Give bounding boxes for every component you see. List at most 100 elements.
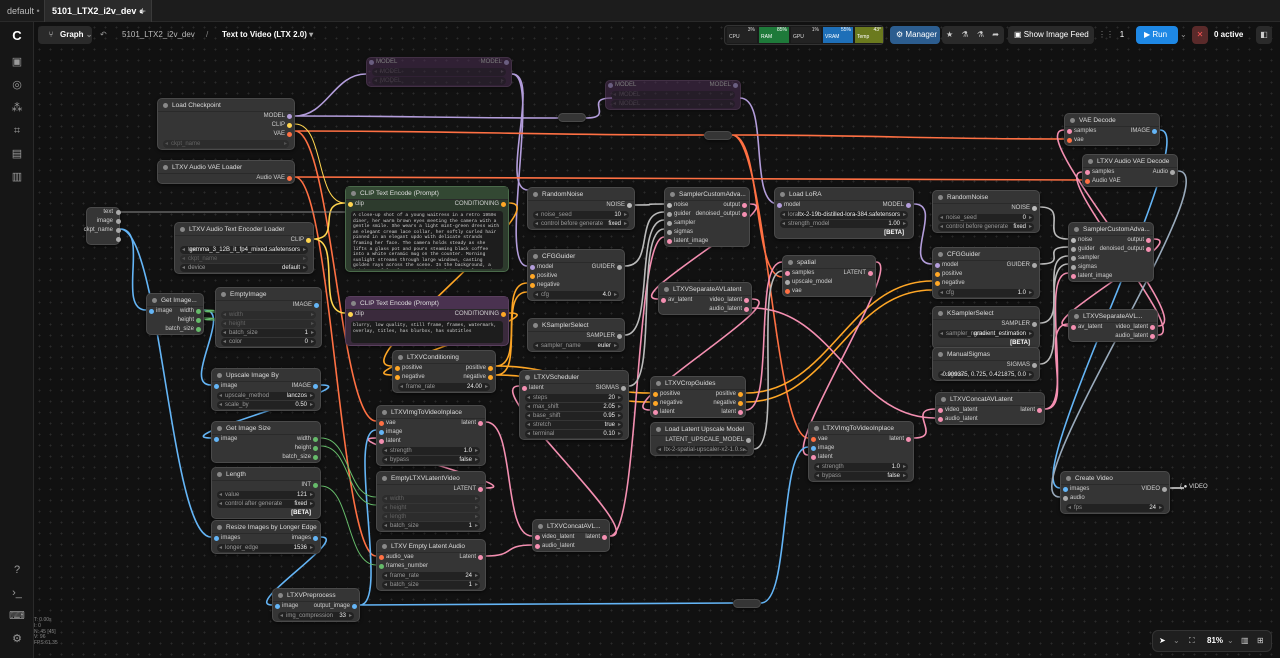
input-slot[interactable] [535, 544, 540, 549]
widget-w2[interactable]: ◂ control after generate fixed ▸ [217, 500, 315, 508]
workflows-icon[interactable]: ⌗ [9, 123, 25, 139]
manager-button[interactable]: ⚙ Manager [890, 26, 940, 44]
link-wire[interactable] [1039, 246, 1069, 265]
drag-handle-icon[interactable]: ⋮⋮ [1098, 26, 1114, 44]
input-slot[interactable] [1071, 265, 1076, 270]
decrement-arrow-icon[interactable]: ◂ [165, 140, 168, 148]
input-slot[interactable] [1071, 325, 1076, 330]
output-slot[interactable] [313, 536, 318, 541]
widget-w2[interactable]: ◂ height ▸ [221, 320, 316, 328]
node-latent-upscale-model[interactable]: Load Latent Upscale Model LATENT_UPSCALE_… [650, 422, 754, 456]
decrement-arrow-icon[interactable]: ◂ [613, 91, 616, 99]
node-resize[interactable]: Resize Images by Longer Edge images images… [211, 520, 321, 554]
output-slot[interactable] [287, 123, 292, 128]
increment-arrow-icon[interactable]: ▸ [618, 403, 621, 411]
input-slot[interactable] [535, 535, 540, 540]
widget-w2[interactable]: ◂ ckpt_name ▸ [180, 255, 308, 263]
output-slot[interactable] [627, 203, 632, 208]
output-slot[interactable] [744, 298, 749, 303]
input-slot[interactable] [938, 408, 943, 413]
decrement-arrow-icon[interactable]: ◂ [782, 220, 785, 228]
widget-w2[interactable]: ◂ bypass false ▸ [814, 472, 908, 480]
output-slot[interactable] [478, 555, 483, 560]
input-slot[interactable] [938, 417, 943, 422]
widget-w1[interactable]: ◂ ltx-2-spatial-upscaler-x2-1.0.s... ▸ [656, 446, 748, 454]
node-title[interactable]: EmptyLTXVLatentVideo [377, 472, 485, 485]
increment-arrow-icon[interactable]: ▸ [310, 544, 313, 552]
widget-w1[interactable]: ◂ fps 24 ▸ [1066, 504, 1164, 512]
output-slot[interactable] [116, 237, 121, 242]
output-slot[interactable] [742, 203, 747, 208]
increment-arrow-icon[interactable]: ▸ [475, 522, 478, 530]
widget-w2[interactable]: ◂ bypass false ▸ [382, 456, 480, 464]
link-wire[interactable] [913, 408, 936, 439]
decrement-arrow-icon[interactable]: ◂ [527, 412, 530, 420]
output-slot[interactable] [906, 437, 911, 442]
output-slot[interactable]: { ● [1180, 484, 1189, 490]
input-slot[interactable] [149, 309, 154, 314]
cancel-icon[interactable]: ✕ [1192, 26, 1208, 44]
node-title[interactable]: LTXV Audio Text Encoder Loader [175, 223, 313, 236]
output-slot[interactable] [1032, 263, 1037, 268]
decrement-arrow-icon[interactable]: ◂ [219, 401, 222, 409]
increment-arrow-icon[interactable]: ▸ [730, 91, 733, 99]
undo-icon[interactable]: ↶ [100, 26, 107, 44]
widget-w2[interactable]: ◂ strength_model 1.00 ▸ [780, 220, 908, 228]
output-slot[interactable] [602, 535, 607, 540]
node-sampler-custom1[interactable]: SamplerCustomAdva... noise output guider den… [664, 187, 750, 247]
widget-w3[interactable]: ◂ base_shift 0.95 ▸ [525, 412, 623, 420]
input-slot[interactable] [811, 455, 816, 460]
zoom-level[interactable]: 81% [1207, 636, 1223, 645]
increment-arrow-icon[interactable]: ▸ [618, 412, 621, 420]
increment-arrow-icon[interactable]: ▸ [618, 421, 621, 429]
models-icon[interactable]: ◎ [9, 77, 25, 93]
node-sampler-custom2[interactable]: SamplerCustomAdva... noise output guider den… [1068, 222, 1154, 282]
node-title[interactable]: LTXV Audio VAE Loader [158, 161, 294, 174]
nodes-icon[interactable]: ⁂ [9, 100, 25, 116]
decrement-arrow-icon[interactable]: ◂ [223, 338, 226, 346]
link-wire[interactable] [294, 73, 367, 117]
decrement-arrow-icon[interactable]: ◂ [182, 264, 185, 272]
output-slot[interactable] [1170, 170, 1175, 175]
output-slot[interactable] [617, 334, 622, 339]
node-title[interactable]: Load Checkpoint [158, 99, 294, 112]
output-slot[interactable] [1032, 322, 1037, 327]
input-slot[interactable] [1067, 138, 1072, 143]
node-title[interactable]: KSamplerSelect [528, 319, 624, 332]
star-icon[interactable]: ★ [946, 30, 953, 39]
widget-o1[interactable]: ◂ MODEL ▸ [372, 77, 506, 85]
increment-arrow-icon[interactable]: ▸ [1029, 371, 1032, 379]
node-separate1[interactable]: LTXVSeparateAVLatent av_latent video_laten… [658, 282, 752, 315]
decrement-arrow-icon[interactable]: ◂ [384, 504, 387, 512]
input-slot[interactable] [935, 263, 940, 268]
widget-w1[interactable]: ◂ noise_seed 0 ▸ [938, 214, 1034, 222]
widget-w1[interactable]: ◂ upscale_method lanczos ▸ [217, 392, 315, 400]
output-slot[interactable] [306, 238, 311, 243]
widget-w2[interactable]: ◂ batch_size 1 ▸ [382, 581, 480, 589]
widget-w4[interactable]: ◂ color 0 ▸ [221, 338, 316, 346]
increment-arrow-icon[interactable]: ▸ [310, 392, 313, 400]
node-title[interactable]: VAE Decode [1065, 114, 1159, 127]
decrement-arrow-icon[interactable]: ◂ [816, 463, 819, 471]
link-wire[interactable] [359, 602, 734, 606]
input-slot[interactable] [1071, 238, 1076, 243]
link-wire[interactable] [485, 544, 533, 557]
input-slot[interactable] [395, 366, 400, 371]
increment-arrow-icon[interactable]: ▸ [903, 220, 906, 228]
widget-w1[interactable]: ◂ noise_seed 10 ▸ [533, 211, 629, 219]
input-slot[interactable] [1071, 247, 1076, 252]
decrement-arrow-icon[interactable]: ◂ [219, 392, 222, 400]
prompt-textarea[interactable]: blurry, low quality, still frame, frames… [351, 321, 503, 343]
output-slot[interactable] [116, 219, 121, 224]
link-wire[interactable] [751, 307, 936, 419]
input-slot[interactable] [653, 401, 658, 406]
decrement-arrow-icon[interactable]: ◂ [374, 77, 377, 85]
tab-default[interactable]: default • [0, 0, 47, 22]
run-options-chevron-icon[interactable]: ⌄ [1180, 26, 1187, 44]
output-slot[interactable] [1146, 247, 1151, 252]
widget-w1[interactable]: ◂ ckpt_name ▸ [163, 140, 289, 148]
widget-o1[interactable]: ◂ MODEL ▸ [372, 68, 506, 76]
queue-count[interactable]: 1 [1114, 26, 1130, 44]
widget-w2[interactable]: ◂ control before generate fixed ▸ [938, 223, 1034, 231]
increment-arrow-icon[interactable]: ▸ [303, 255, 306, 263]
